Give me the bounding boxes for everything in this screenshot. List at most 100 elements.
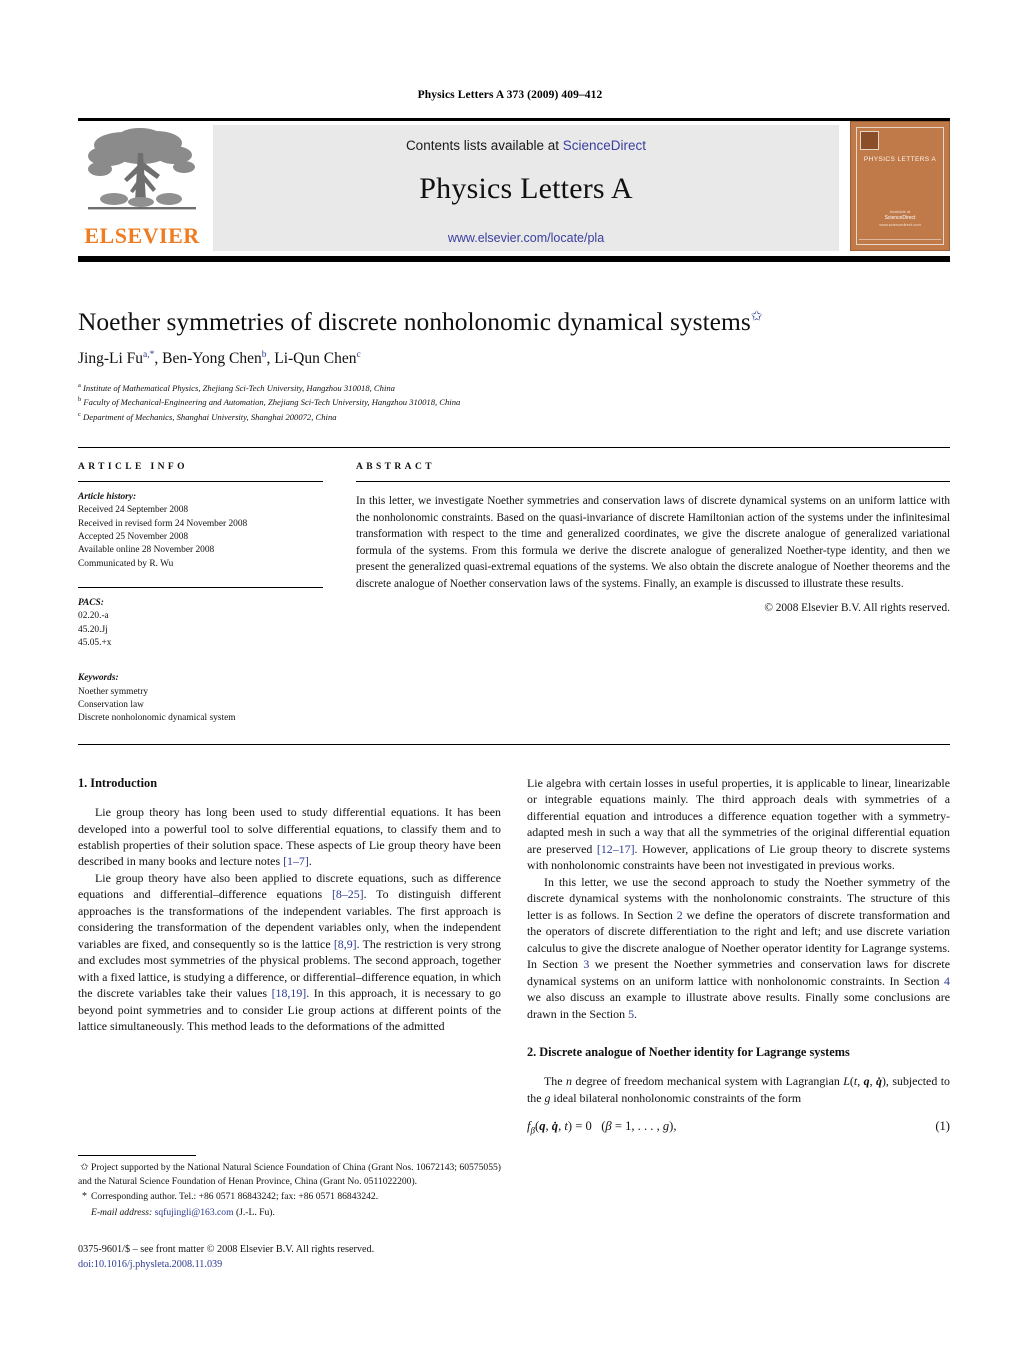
contents-available-line: Contents lists available at ScienceDirec…: [213, 138, 839, 153]
author-sep-1: ,: [154, 350, 163, 368]
running-head: Physics Letters A 373 (2009) 409–412: [417, 89, 603, 101]
masthead-rule-bottom: [78, 256, 950, 262]
footnote-funding-text: Project supported by the National Natura…: [78, 1162, 501, 1187]
info-band-rule-top: [78, 447, 950, 448]
abstract-divider: [356, 481, 950, 482]
doi-line[interactable]: doi:10.1016/j.physleta.2008.11.039: [78, 1258, 501, 1273]
xref-section-3[interactable]: 3: [583, 957, 589, 971]
affiliation-c-marker: c: [78, 410, 81, 418]
elsevier-wordmark: ELSEVIER: [84, 223, 200, 248]
cover-logo-square-icon: [860, 131, 879, 150]
affiliation-c-text: Department of Mechanics, Shanghai Univer…: [83, 411, 337, 422]
equation-1-number: (1): [935, 1119, 950, 1134]
citation-8-25[interactable]: [8–25]: [332, 887, 364, 901]
pacs-code-3: 45.05.+x: [78, 638, 112, 649]
xref-section-4[interactable]: 4: [944, 974, 950, 988]
issn-copyright-block: 0375-9601/$ – see front matter © 2008 El…: [78, 1243, 501, 1273]
history-available-online: Available online 28 November 2008: [78, 545, 215, 556]
affiliation-b-marker: b: [78, 396, 82, 404]
equation-1-body: fβ(q, q̇, t) = 0 (β = 1, . . . , g),: [527, 1119, 677, 1136]
author-3: Li-Qun Chenc: [274, 350, 361, 368]
pacs-divider: [78, 587, 323, 589]
keyword-3: Discrete nonholonomic dynamical system: [78, 713, 236, 724]
article-info-column: ARTICLE INFO Article history: Received 2…: [78, 462, 323, 726]
body-column-left: 1. Introduction Lie group theory has lon…: [78, 775, 501, 1035]
title-footnote-star-icon: ✩: [750, 309, 763, 325]
affiliation-a-text: Institute of Mathematical Physics, Zheji…: [83, 382, 395, 393]
author-1: Jing-Li Fua,*: [78, 350, 155, 368]
pacs-code-2: 45.20.Jj: [78, 624, 108, 635]
article-history-label: Article history:: [78, 492, 137, 502]
sciencedirect-link[interactable]: ScienceDirect: [563, 138, 646, 153]
affiliation-b-text: Faculty of Mechanical-Engineering and Au…: [83, 397, 461, 408]
abstract-text: In this letter, we investigate Noether s…: [356, 495, 950, 590]
intro-paragraph-1: Lie group theory has long been used to s…: [78, 805, 501, 869]
pacs-label: PACS:: [78, 598, 104, 609]
footnote-email: E-mail address: sqfujingli@163.com (J.-L…: [78, 1206, 501, 1219]
cover-foot-line3: www.sciencedirect.com: [879, 222, 921, 227]
history-communicated-by: Communicated by R. Wu: [78, 558, 174, 569]
email-address-label: E-mail address:: [91, 1207, 153, 1219]
info-band-rule-bottom: [78, 744, 950, 745]
author-3-affil-marker: c: [356, 350, 361, 360]
keywords-block: Keywords: Noether symmetry Conservation …: [78, 672, 323, 725]
intro-paragraph-2-continued: Lie algebra with certain losses in usefu…: [527, 776, 950, 873]
xref-section-5[interactable]: 5: [628, 1007, 634, 1021]
contents-prefix: Contents lists available at: [405, 138, 563, 153]
article-page: Physics Letters A 373 (2009) 409–412 ELS…: [0, 0, 1020, 1351]
keyword-1: Noether symmetry: [78, 686, 149, 697]
footnote-funding: ✩ Project supported by the National Natur…: [78, 1161, 501, 1188]
history-received: Received 24 September 2008: [78, 505, 189, 516]
journal-title: Physics Letters A: [419, 172, 633, 205]
affiliation-c: c Department of Mechanics, Shanghai Univ…: [78, 410, 938, 424]
section2-paragraph-1: The n degree of freedom mechanical syste…: [527, 1074, 950, 1105]
history-accepted: Accepted 25 November 2008: [78, 532, 189, 543]
article-info-heading: ARTICLE INFO: [78, 462, 188, 472]
author-1-affil-marker: a,*: [143, 350, 155, 360]
affiliation-list: a Institute of Mathematical Physics, Zhe…: [78, 381, 938, 424]
issn-front-matter-line: 0375-9601/$ – see front matter © 2008 El…: [78, 1244, 375, 1255]
symbol-g: g: [544, 1090, 551, 1105]
citation-12-17[interactable]: [12–17]: [597, 842, 635, 856]
intro-paragraph-3: In this letter, we use the second approa…: [527, 874, 950, 1021]
footnote-block: ✩ Project supported by the National Natur…: [78, 1161, 501, 1222]
pacs-block: PACS: 02.20.-a 45.20.Jj 45.05.+x: [78, 597, 323, 650]
cover-foot-line2: ScienceDirect: [884, 214, 916, 221]
author-list: Jing-Li Fua,*, Ben-Yong Chenb, Li-Qun Ch…: [78, 350, 938, 368]
email-address-link[interactable]: sqfujingli@163.com: [155, 1207, 234, 1218]
keyword-2: Conservation law: [78, 700, 144, 711]
footnote-corresponding-author: * Corresponding author. Tel.: +86 0571 86…: [78, 1190, 501, 1204]
cover-baseline-rule: [859, 239, 941, 240]
keywords-label: Keywords:: [78, 673, 119, 684]
equation-1-row: fβ(q, q̇, t) = 0 (β = 1, . . . , g), (1): [527, 1118, 950, 1138]
footnote-rule: [78, 1155, 196, 1156]
citation-8-9[interactable]: [8,9]: [334, 937, 357, 951]
affiliation-b: b Faculty of Mechanical-Engineering and …: [78, 395, 938, 409]
footnote-corresponding-text: Corresponding author. Tel.: +86 0571 868…: [91, 1191, 379, 1203]
journal-cover-thumbnail: PHYSICS LETTERS A Available at ScienceDi…: [850, 121, 950, 251]
citation-1-7[interactable]: [1–7]: [283, 854, 309, 868]
symbol-n: n: [565, 1074, 572, 1089]
intro-paragraph-2: Lie group theory have also been applied …: [78, 870, 502, 1034]
symbol-L: L: [843, 1074, 850, 1089]
page-title: Noether symmetries of discrete nonholono…: [78, 307, 938, 338]
pacs-code-1: 02.20.-a: [78, 611, 109, 622]
pacs-keywords-gap: [78, 650, 323, 663]
email-owner: (J.-L. Fu).: [235, 1207, 275, 1219]
article-history-block: Article history: Received 24 September 2…: [78, 491, 323, 571]
cover-journal-title: PHYSICS LETTERS A: [863, 156, 937, 163]
affiliation-a: a Institute of Mathematical Physics, Zhe…: [78, 381, 938, 395]
body-column-right: Lie algebra with certain losses in usefu…: [527, 775, 950, 1138]
heading-section-2: 2. Discrete analogue of Noether identity…: [527, 1045, 850, 1060]
elsevier-logo: ELSEVIER: [78, 121, 206, 255]
author-2: Ben-Yong Chenb: [162, 350, 267, 368]
citation-18-19[interactable]: [18,19]: [272, 986, 307, 1000]
journal-masthead: ELSEVIER Contents lists available at Sci…: [78, 121, 950, 255]
journal-homepage-link[interactable]: www.elsevier.com/locate/pla: [213, 231, 839, 245]
heading-introduction: 1. Introduction: [78, 776, 158, 790]
sciencedirect-panel: Contents lists available at ScienceDirec…: [213, 125, 839, 251]
xref-section-2[interactable]: 2: [677, 908, 683, 922]
history-revised: Received in revised form 24 November 200…: [78, 518, 248, 529]
footnote-star-marker-icon: ✩: [80, 1162, 89, 1173]
article-info-divider: [78, 481, 323, 482]
